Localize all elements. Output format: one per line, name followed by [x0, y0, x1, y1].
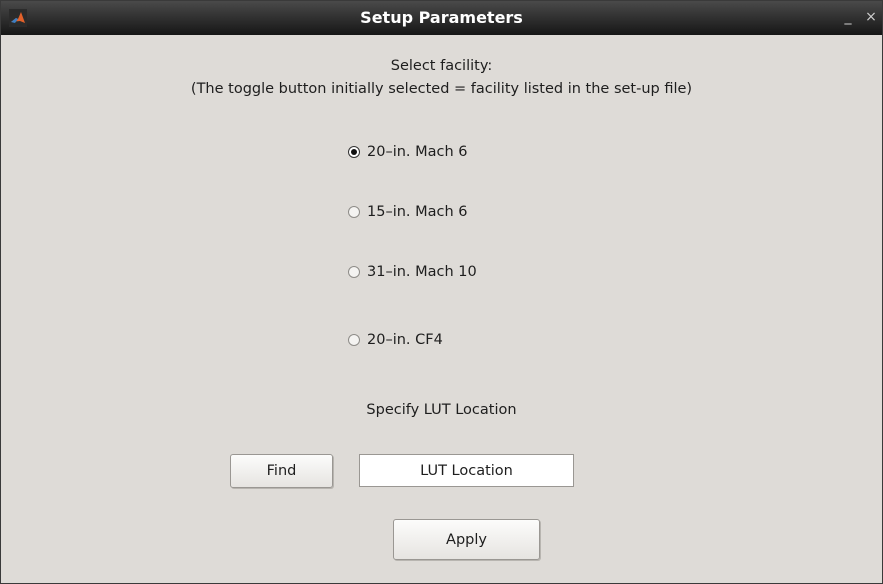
find-button[interactable]: Find	[230, 454, 333, 488]
facility-hint-text: (The toggle button initially selected = …	[190, 81, 693, 97]
window-title: Setup Parameters	[360, 8, 523, 27]
select-facility-label: Select facility:	[390, 58, 493, 74]
facility-label: 20–in. CF4	[367, 332, 443, 348]
setup-parameters-window: Setup Parameters _ × Select facility: (T…	[0, 0, 883, 584]
radio-button[interactable]	[348, 266, 360, 278]
facility-label: 20–in. Mach 6	[367, 144, 468, 160]
facility-option-15in-mach6[interactable]: 15–in. Mach 6	[348, 202, 468, 222]
facility-label: 31–in. Mach 10	[367, 264, 477, 280]
facility-label: 15–in. Mach 6	[367, 204, 468, 220]
radio-button-selected[interactable]	[348, 146, 360, 158]
title-bar[interactable]: Setup Parameters _ ×	[1, 1, 882, 35]
minimize-button[interactable]: _	[841, 6, 855, 28]
facility-option-31in-mach10[interactable]: 31–in. Mach 10	[348, 262, 477, 282]
radio-button[interactable]	[348, 206, 360, 218]
apply-button[interactable]: Apply	[393, 519, 540, 560]
facility-option-20in-mach6[interactable]: 20–in. Mach 6	[348, 142, 468, 162]
specify-lut-label: Specify LUT Location	[366, 402, 517, 418]
facility-option-20in-cf4[interactable]: 20–in. CF4	[348, 330, 443, 350]
radio-button[interactable]	[348, 334, 360, 346]
lut-location-field[interactable]	[359, 454, 574, 487]
close-button[interactable]: ×	[863, 6, 879, 28]
